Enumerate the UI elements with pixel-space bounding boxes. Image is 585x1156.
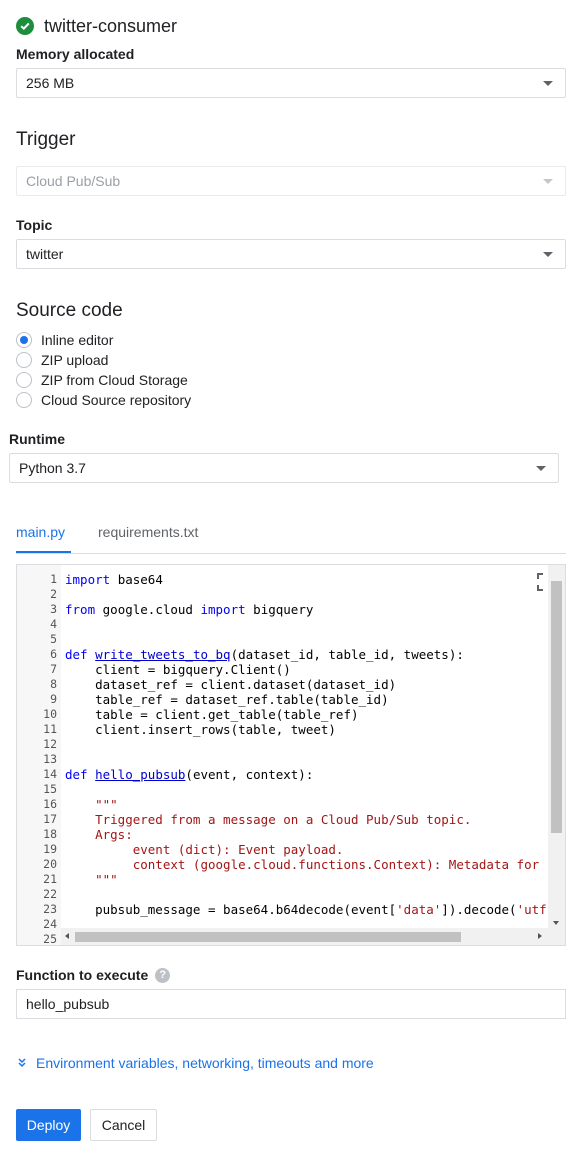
- line-number: 18: [43, 827, 57, 841]
- vertical-scrollbar[interactable]: [548, 565, 565, 945]
- code-text: event (dict): Event payload.: [65, 842, 344, 857]
- line-number: 19: [43, 842, 57, 856]
- function-entry-input[interactable]: hello_pubsub: [16, 989, 566, 1019]
- code-text: table_ref = dataset_ref.table(table_id): [65, 692, 389, 707]
- line-number: 16: [43, 797, 57, 811]
- horizontal-scrollbar[interactable]: [61, 928, 548, 945]
- code-text: from google.cloud import bigquery: [65, 602, 314, 617]
- runtime-value: Python 3.7: [19, 460, 86, 476]
- line-number: 24: [43, 917, 57, 931]
- tab-divider: [16, 553, 566, 554]
- more-settings-link[interactable]: Environment variables, networking, timeo…: [16, 1055, 374, 1071]
- radio-label: ZIP from Cloud Storage: [41, 372, 188, 388]
- function-to-execute-header: Function to execute ?: [16, 967, 171, 983]
- caret-down-icon: [543, 252, 553, 257]
- deploy-button[interactable]: Deploy: [16, 1109, 81, 1141]
- caret-down-icon: [543, 81, 553, 86]
- code-text: def hello_pubsub(event, context):: [65, 767, 314, 782]
- radio-cloud-source-repo[interactable]: Cloud Source repository: [16, 392, 191, 408]
- cancel-button[interactable]: Cancel: [90, 1109, 157, 1141]
- line-number: 21: [43, 872, 57, 886]
- caret-down-icon: [536, 466, 546, 471]
- code-text: client.insert_rows(table, tweet): [65, 722, 336, 737]
- topic-label: Topic: [16, 217, 53, 233]
- more-settings-label[interactable]: Environment variables, networking, timeo…: [36, 1055, 374, 1071]
- function-entry-value: hello_pubsub: [26, 996, 110, 1012]
- radio-button[interactable]: [16, 332, 32, 348]
- line-number: 25: [43, 932, 57, 946]
- line-number: 17: [43, 812, 57, 826]
- radio-label: Cloud Source repository: [41, 392, 192, 408]
- help-icon[interactable]: ?: [155, 967, 171, 983]
- line-number: 7: [50, 662, 57, 676]
- check-circle-icon: [16, 17, 34, 35]
- function-label: Function to execute: [16, 967, 149, 983]
- code-text: """: [65, 872, 118, 887]
- line-number: 1: [50, 572, 57, 586]
- memory-select[interactable]: 256 MB: [16, 68, 566, 98]
- line-number: 12: [43, 737, 57, 751]
- tab-main-py[interactable]: main.py: [16, 524, 65, 540]
- line-number: 5: [50, 632, 57, 646]
- radio-zip-upload[interactable]: ZIP upload: [16, 352, 108, 368]
- code-editor[interactable]: 1 import base64 2 3 from google.cloud import…: [16, 564, 566, 946]
- radio-button[interactable]: [16, 352, 32, 368]
- line-number: 15: [43, 782, 57, 796]
- chevron-double-down-icon: [16, 1057, 28, 1069]
- line-number: 10: [43, 707, 57, 721]
- runtime-select[interactable]: Python 3.7: [9, 453, 559, 483]
- radio-label: ZIP upload: [41, 352, 109, 368]
- caret-down-icon: [543, 179, 553, 184]
- code-text: client = bigquery.Client(): [65, 662, 291, 677]
- code-text: context (google.cloud.functions.Context)…: [65, 857, 540, 872]
- line-number: 23: [43, 902, 57, 916]
- trigger-title: Trigger: [16, 129, 76, 150]
- line-number: 14: [43, 767, 57, 781]
- line-number: 13: [43, 752, 57, 766]
- line-number: 2: [50, 587, 57, 601]
- code-text: table = client.get_table(table_ref): [65, 707, 359, 722]
- line-number: 8: [50, 677, 57, 691]
- line-number: 9: [50, 692, 57, 706]
- code-text: Triggered from a message on a Cloud Pub/…: [65, 812, 472, 827]
- active-tab-indicator: [16, 551, 71, 553]
- radio-button[interactable]: [16, 392, 32, 408]
- code-text: """: [65, 797, 118, 812]
- memory-label: Memory allocated: [16, 46, 135, 62]
- runtime-label: Runtime: [9, 431, 65, 447]
- source-code-title: Source code: [16, 300, 123, 321]
- code-text: pubsub_message = base64.b64decode(event[…: [65, 902, 547, 917]
- memory-value: 256 MB: [26, 75, 75, 91]
- radio-inline-editor[interactable]: Inline editor: [16, 332, 113, 348]
- line-number: 6: [50, 647, 57, 661]
- trigger-select: Cloud Pub/Sub: [16, 166, 566, 196]
- radio-zip-cloud-storage[interactable]: ZIP from Cloud Storage: [16, 372, 188, 388]
- line-number: 11: [43, 722, 57, 736]
- line-number: 4: [50, 617, 57, 631]
- code-text: Args:: [65, 827, 133, 842]
- function-header: twitter-consumer: [16, 14, 177, 38]
- radio-button[interactable]: [16, 372, 32, 388]
- code-text: import base64: [65, 572, 163, 587]
- code-text: dataset_ref = client.dataset(dataset_id): [65, 677, 397, 692]
- topic-value: twitter: [26, 246, 64, 262]
- trigger-value: Cloud Pub/Sub: [26, 173, 121, 189]
- line-number: 20: [43, 857, 57, 871]
- line-number: 3: [50, 602, 57, 616]
- topic-select[interactable]: twitter: [16, 239, 566, 269]
- radio-label: Inline editor: [41, 332, 114, 348]
- line-number: 22: [43, 887, 57, 901]
- function-name: twitter-consumer: [44, 15, 178, 36]
- code-text: def write_tweets_to_bq(dataset_id, table…: [65, 647, 464, 662]
- tab-requirements-txt[interactable]: requirements.txt: [98, 524, 198, 540]
